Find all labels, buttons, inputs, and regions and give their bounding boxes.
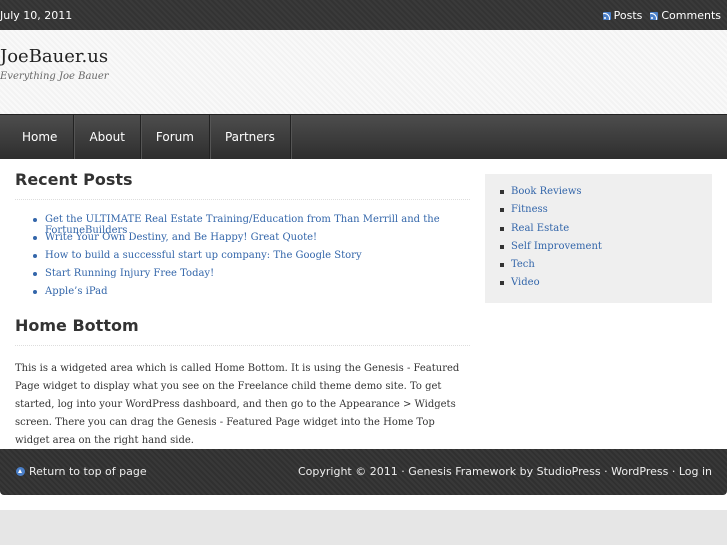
recent-post-link[interactable]: Apple’s iPad: [33, 286, 470, 304]
category-link[interactable]: Fitness: [500, 204, 712, 222]
recent-posts-list: Get the ULTIMATE Real Estate Training/Ed…: [15, 214, 470, 304]
posts-feed-link[interactable]: Posts: [602, 9, 643, 22]
nav-item-about[interactable]: About: [74, 115, 141, 159]
top-bar: July 10, 2011 Posts Comments: [0, 0, 727, 30]
comments-feed-link[interactable]: Comments: [650, 9, 721, 22]
site-description: Everything Joe Bauer: [0, 71, 109, 82]
recent-post-link[interactable]: Get the ULTIMATE Real Estate Training/Ed…: [33, 214, 470, 236]
recent-post-link[interactable]: Write Your Own Destiny, and Be Happy! Gr…: [33, 232, 470, 250]
back-to-top-label: Return to top of page: [29, 465, 147, 478]
home-bottom-widget: Home Bottom This is a widgeted area whic…: [15, 316, 470, 450]
main-nav: Home About Forum Partners: [0, 114, 727, 159]
recent-posts-title: Recent Posts: [15, 170, 470, 200]
home-bottom-text: This is a widgeted area which is called …: [15, 363, 460, 446]
category-link[interactable]: Book Reviews: [500, 186, 712, 204]
category-link[interactable]: Video: [500, 277, 712, 295]
arrow-up-icon: [16, 467, 25, 476]
category-link[interactable]: Self Improvement: [500, 241, 712, 259]
recent-post-link[interactable]: How to build a successful start up compa…: [33, 250, 470, 268]
recent-post-link[interactable]: Start Running Injury Free Today!: [33, 268, 470, 286]
back-to-top-link[interactable]: Return to top of page: [16, 465, 147, 478]
sidebar: Book Reviews Fitness Real Estate Self Im…: [485, 174, 712, 303]
posts-feed-label: Posts: [613, 9, 643, 22]
site-footer: Return to top of page Copyright © 2011 ·…: [0, 449, 727, 495]
page-bottom-strip: [0, 510, 727, 545]
home-bottom-title: Home Bottom: [15, 316, 470, 346]
category-list: Book Reviews Fitness Real Estate Self Im…: [485, 174, 712, 296]
rss-icon: [602, 11, 611, 20]
site-header: JoeBauer.us Everything Joe Bauer: [0, 30, 727, 114]
rss-icon: [650, 11, 659, 20]
main-content: Recent Posts Get the ULTIMATE Real Estat…: [15, 170, 470, 450]
nav-item-partners[interactable]: Partners: [210, 115, 291, 159]
comments-feed-label: Comments: [661, 9, 721, 22]
site-title[interactable]: JoeBauer.us: [0, 46, 108, 67]
category-link[interactable]: Real Estate: [500, 223, 712, 241]
feed-links: Posts Comments: [602, 9, 721, 22]
nav-item-home[interactable]: Home: [0, 115, 75, 159]
copyright-text: Copyright © 2011 · Genesis Framework by …: [297, 465, 712, 478]
date-text: July 10, 2011: [0, 9, 73, 22]
category-link[interactable]: Tech: [500, 259, 712, 277]
nav-item-forum[interactable]: Forum: [141, 115, 210, 159]
